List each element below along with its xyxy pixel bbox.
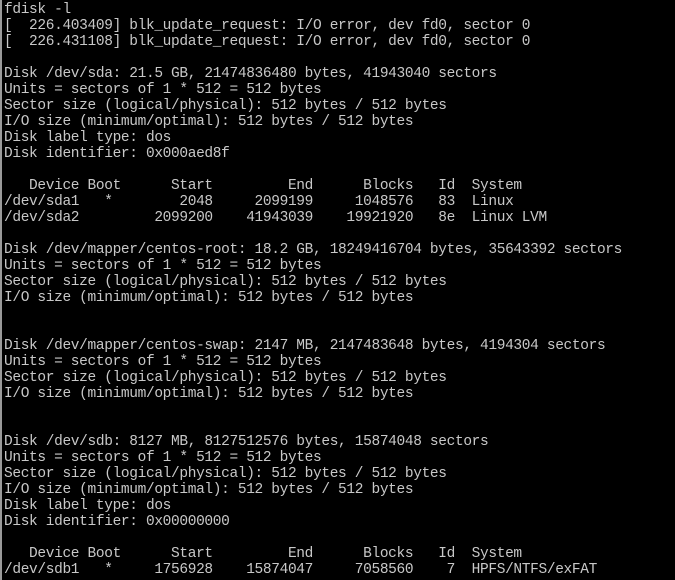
terminal-line: I/O size (minimum/optimal): 512 bytes / …: [4, 386, 414, 402]
terminal-line: Disk /dev/sda: 21.5 GB, 21474836480 byte…: [4, 66, 497, 82]
terminal-line: Disk /dev/mapper/centos-swap: 2147 MB, 2…: [4, 338, 606, 354]
terminal-line: Units = sectors of 1 * 512 = 512 bytes: [4, 450, 322, 466]
console-left-edge-strip: [0, 0, 2, 580]
terminal-line: I/O size (minimum/optimal): 512 bytes / …: [4, 114, 414, 130]
terminal-line: Disk /dev/sdb: 8127 MB, 8127512576 bytes…: [4, 434, 489, 450]
partition-table-header: Device Boot Start End Blocks Id System: [4, 546, 522, 562]
terminal-line: I/O size (minimum/optimal): 512 bytes / …: [4, 290, 414, 306]
terminal-line: Disk label type: dos: [4, 498, 172, 514]
terminal-line: Sector size (logical/physical): 512 byte…: [4, 274, 447, 290]
partition-table-header: Device Boot Start End Blocks Id System: [4, 178, 522, 194]
terminal-window[interactable]: fdisk -l [ 226.403409] blk_update_reques…: [0, 0, 675, 580]
partition-table-row: /dev/sdb1 * 1756928 15874047 7058560 7 H…: [4, 562, 597, 578]
terminal-line: Sector size (logical/physical): 512 byte…: [4, 98, 447, 114]
terminal-line: I/O size (minimum/optimal): 512 bytes / …: [4, 482, 414, 498]
terminal-line: Disk identifier: 0x000aed8f: [4, 146, 230, 162]
terminal-line: Sector size (logical/physical): 512 byte…: [4, 370, 447, 386]
terminal-line: Units = sectors of 1 * 512 = 512 bytes: [4, 82, 322, 98]
terminal-line: Disk /dev/mapper/centos-root: 18.2 GB, 1…: [4, 242, 623, 258]
terminal-line: Units = sectors of 1 * 512 = 512 bytes: [4, 354, 322, 370]
terminal-line: [ 226.403409] blk_update_request: I/O er…: [4, 18, 531, 34]
terminal-line: Sector size (logical/physical): 512 byte…: [4, 466, 447, 482]
partition-table-row: /dev/sda2 2099200 41943039 19921920 8e L…: [4, 210, 547, 226]
terminal-line: fdisk -l: [4, 2, 71, 18]
partition-table-row: /dev/sda1 * 2048 2099199 1048576 83 Linu…: [4, 194, 514, 210]
terminal-line: [ 226.431108] blk_update_request: I/O er…: [4, 34, 531, 50]
terminal-output-area[interactable]: fdisk -l [ 226.403409] blk_update_reques…: [0, 0, 675, 580]
terminal-line: Units = sectors of 1 * 512 = 512 bytes: [4, 258, 322, 274]
terminal-line: Disk label type: dos: [4, 130, 172, 146]
terminal-line: Disk identifier: 0x00000000: [4, 514, 230, 530]
